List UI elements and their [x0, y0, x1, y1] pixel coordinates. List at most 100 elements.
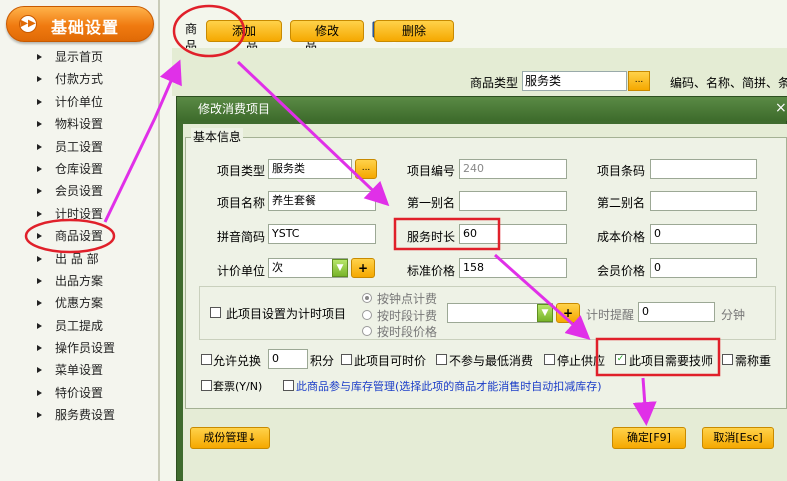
- item-type-field[interactable]: 服务类: [268, 159, 352, 179]
- barcode-label: 项目条码: [597, 164, 646, 178]
- product-type-field[interactable]: 服务类: [522, 71, 627, 91]
- close-icon[interactable]: ×: [775, 97, 787, 121]
- ok-button[interactable]: 确定[F9]: [612, 427, 686, 449]
- search-hint-text: 编码、名称、简拼、条: [670, 76, 787, 90]
- exchange-points-field[interactable]: 0: [268, 349, 308, 369]
- stop-supply-label: 停止供应: [557, 354, 606, 368]
- allow-exchange-checkbox[interactable]: [201, 354, 212, 365]
- radio-period-fee[interactable]: [362, 310, 372, 320]
- add-unit-button[interactable]: +: [351, 258, 375, 278]
- need-weigh-checkbox[interactable]: [722, 354, 733, 365]
- dialog-title: 修改消费项目: [177, 97, 787, 121]
- timing-remind-label: 计时提醒: [586, 308, 635, 322]
- sidebar-item-dispatch-plan[interactable]: 出品方案: [0, 270, 156, 292]
- no-min-consumption-label: 不参与最低消费: [449, 354, 534, 368]
- sidebar-item-discount[interactable]: 优惠方案: [0, 292, 156, 314]
- triangle-right-icon: [37, 277, 42, 284]
- alias1-label: 第一别名: [407, 196, 456, 210]
- delete-button[interactable]: 删除: [374, 20, 454, 42]
- chevron-down-icon[interactable]: ▼: [332, 259, 348, 277]
- sidebar-item-unit[interactable]: 计价单位: [0, 91, 156, 113]
- add-period-button[interactable]: +: [556, 303, 580, 323]
- triangle-right-icon: [37, 412, 42, 419]
- basic-info-title: 基本信息: [191, 128, 244, 145]
- radio-hourly[interactable]: [362, 293, 372, 303]
- timed-price-checkbox[interactable]: [341, 354, 352, 365]
- triangle-right-icon: [37, 165, 42, 172]
- fast-forward-icon: ▶▶: [19, 15, 37, 33]
- unit-label: 计价单位: [217, 264, 266, 278]
- triangle-right-icon: [37, 76, 42, 83]
- standard-price-label: 标准价格: [407, 264, 456, 278]
- triangle-right-icon: [37, 54, 42, 60]
- product-type-label: 商品类型: [470, 76, 519, 90]
- standard-price-field[interactable]: 158: [459, 258, 567, 278]
- sidebar-item-commission[interactable]: 员工提成: [0, 315, 156, 337]
- edit-button[interactable]: 修改: [290, 20, 364, 42]
- alias1-field[interactable]: [459, 191, 567, 211]
- timing-item-label: 此项目设置为计时项目: [226, 307, 347, 321]
- item-type-picker-button[interactable]: ...: [355, 159, 377, 179]
- set-ticket-checkbox[interactable]: [201, 380, 212, 391]
- stock-management-checkbox[interactable]: [283, 380, 294, 391]
- item-type-label: 项目类型: [217, 164, 266, 178]
- components-button[interactable]: 成份管理↓: [190, 427, 270, 449]
- sidebar-item-operator[interactable]: 操作员设置: [0, 337, 156, 359]
- sidebar-header[interactable]: ▶▶ 基础设置: [6, 6, 154, 42]
- timing-remind-field[interactable]: 0: [638, 302, 715, 322]
- triangle-right-icon: [37, 322, 42, 329]
- triangle-right-icon: [37, 367, 42, 374]
- item-code-field[interactable]: 240: [459, 159, 567, 179]
- triangle-right-icon: [37, 233, 42, 240]
- sidebar-item-home[interactable]: 显示首页: [0, 46, 156, 68]
- sidebar-item-menu[interactable]: 菜单设置: [0, 359, 156, 381]
- timed-price-label: 此项目可时价: [354, 354, 427, 368]
- sidebar-item-staff[interactable]: 员工设置: [0, 136, 156, 158]
- triangle-right-icon: [37, 345, 42, 352]
- sidebar-item-payment[interactable]: 付款方式: [0, 68, 156, 90]
- stop-supply-checkbox[interactable]: [544, 354, 555, 365]
- timing-remind-unit: 分钟: [721, 308, 746, 322]
- pinyin-label: 拼音简码: [217, 230, 266, 244]
- triangle-right-icon: [37, 300, 42, 307]
- member-price-field[interactable]: 0: [650, 258, 757, 278]
- set-ticket-label: 套票(Y/N): [213, 380, 263, 393]
- sidebar-item-timing[interactable]: 计时设置: [0, 203, 156, 225]
- timing-item-checkbox[interactable]: [210, 307, 221, 318]
- need-weigh-label: 需称重: [735, 354, 772, 368]
- add-button[interactable]: 添加: [206, 20, 282, 42]
- points-label: 积分: [310, 354, 335, 368]
- triangle-right-icon: [37, 98, 42, 105]
- need-technician-label: 此项目需要技师: [629, 354, 714, 368]
- sidebar-item-product[interactable]: 商品设置: [0, 225, 156, 247]
- radio-period-price[interactable]: [362, 326, 372, 336]
- item-name-field[interactable]: 养生套餐: [268, 191, 376, 211]
- sidebar-item-special-price[interactable]: 特价设置: [0, 382, 156, 404]
- triangle-right-icon: [37, 389, 42, 396]
- sidebar-title: 基础设置: [51, 18, 120, 37]
- service-time-label: 服务时长: [407, 230, 456, 244]
- radio-hourly-label: 按钟点计费: [377, 292, 438, 306]
- alias2-label: 第二别名: [597, 196, 646, 210]
- need-technician-checkbox[interactable]: ✓: [615, 354, 626, 365]
- chevron-down-icon[interactable]: ▼: [537, 304, 553, 322]
- no-min-consumption-checkbox[interactable]: [436, 354, 447, 365]
- service-time-field[interactable]: 60: [459, 224, 567, 244]
- member-price-label: 会员价格: [597, 264, 646, 278]
- product-type-picker-button[interactable]: ...: [628, 71, 650, 91]
- sidebar-item-warehouse[interactable]: 仓库设置: [0, 158, 156, 180]
- pinyin-field[interactable]: YSTC: [268, 224, 376, 244]
- triangle-right-icon: [37, 121, 42, 128]
- triangle-right-icon: [37, 210, 42, 217]
- cancel-button[interactable]: 取消[Esc]: [702, 427, 774, 449]
- sidebar-item-member[interactable]: 会员设置: [0, 180, 156, 202]
- sidebar-item-dispatch-dept[interactable]: 出 品 部: [0, 248, 156, 270]
- triangle-right-icon: [37, 143, 42, 150]
- sidebar-item-service-fee[interactable]: 服务费设置: [0, 404, 156, 426]
- cost-price-field[interactable]: 0: [650, 224, 757, 244]
- sidebar-menu: 显示首页 付款方式 计价单位 物料设置 员工设置 仓库设置 会员设置 计时设置 …: [0, 46, 156, 427]
- barcode-field[interactable]: [650, 159, 757, 179]
- stock-management-label: 此商品参与库存管理(选择此项的商品才能消售时自动扣减库存): [296, 380, 602, 393]
- sidebar-item-material[interactable]: 物料设置: [0, 113, 156, 135]
- alias2-field[interactable]: [650, 191, 757, 211]
